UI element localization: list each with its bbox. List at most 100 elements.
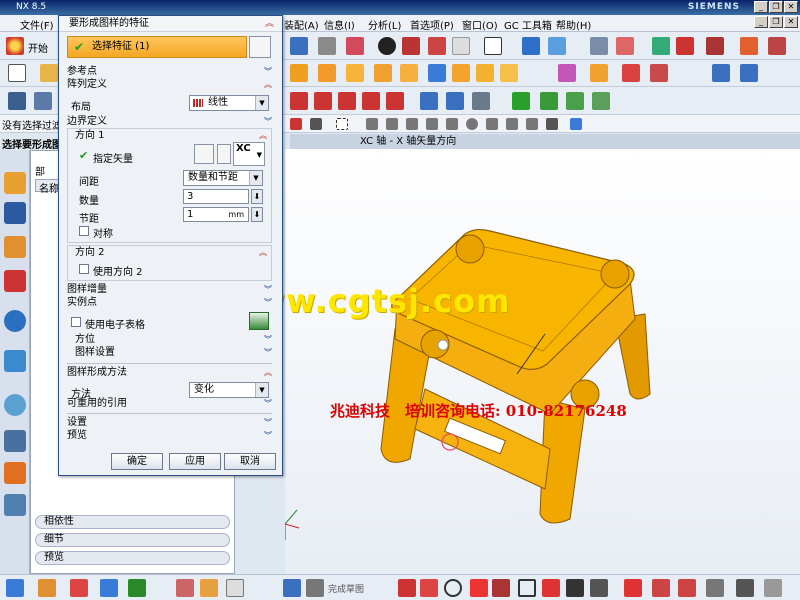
panel-details[interactable]: 细节 [35,533,230,547]
select-feature-button[interactable] [249,36,271,58]
snap-quadrant-icon[interactable] [466,118,478,130]
snap-center-icon[interactable] [446,118,458,130]
menu-analysis[interactable]: 分析(L) [368,17,401,32]
plane-icon[interactable] [100,579,118,597]
revolve-icon[interactable] [318,64,336,82]
close-button[interactable]: ✕ [784,1,798,13]
menu-file[interactable]: 文件(F) [20,17,54,32]
rectangle-icon[interactable] [518,579,536,597]
through-curves-icon[interactable] [740,64,758,82]
start-button[interactable]: 开始 [28,40,48,55]
extend-icon[interactable] [652,579,670,597]
web-browser-icon[interactable] [4,310,26,332]
graphics-window[interactable] [284,149,800,574]
csys-icon[interactable] [128,579,146,597]
spline-icon[interactable] [740,37,758,55]
method-select[interactable]: 变化 ▼ [189,382,269,398]
use-direction2-checkbox[interactable] [79,264,89,274]
snap-curve-icon[interactable] [526,118,538,130]
datum-icon[interactable] [38,579,56,597]
section-direction1[interactable]: 方向 1 ︽ [75,130,267,142]
replay-icon[interactable] [566,92,584,110]
reuse-library-icon[interactable] [4,270,26,292]
unite-icon[interactable] [290,37,308,55]
chamfer-icon[interactable] [400,64,418,82]
view-icon[interactable] [402,37,420,55]
menu-assembly[interactable]: 装配(A) [284,17,319,32]
minimize-button[interactable]: _ [754,1,768,13]
snap-onpoint-icon[interactable] [506,118,518,130]
scale-icon[interactable] [226,579,244,597]
menu-help[interactable]: 帮助(H) [556,17,591,32]
layer-settings-icon[interactable] [34,92,52,110]
ok-button[interactable]: 确定 [111,453,163,470]
circle-icon[interactable] [444,579,462,597]
reorder-icon[interactable] [338,92,356,110]
vector-type-select[interactable]: XC ▼ [233,142,265,166]
offset-icon[interactable] [590,64,608,82]
surface-icon[interactable] [768,37,786,55]
part-navigator-icon[interactable] [4,236,26,258]
trim-body-icon[interactable] [500,64,518,82]
menu-gc-toolbox[interactable]: GC 工具箱 [504,17,552,32]
part-nav-icon[interactable] [472,92,490,110]
menu-info[interactable]: 信息(I) [324,17,355,32]
update-icon[interactable] [540,92,558,110]
panel-preview[interactable]: 预览 [35,551,230,565]
doc-restore-button[interactable]: ❐ [769,16,783,28]
snap-body-icon[interactable] [570,118,582,130]
constraint-icon[interactable] [706,579,724,597]
section-reusable-references[interactable]: 可重用的引用 ︾ [67,398,272,410]
section-settings[interactable]: 设置 ︾ [67,417,272,429]
finish-sketch-icon[interactable] [306,579,324,597]
dialog-header[interactable]: 要形成图样的特征 ︽ [59,16,282,32]
expression-icon[interactable] [420,92,438,110]
section-reference-point[interactable]: 参考点 ︾ [67,66,272,78]
pitch-spin-icon[interactable]: ⬇ [251,207,263,222]
menu-preferences[interactable]: 首选项(P) [410,17,454,32]
layout-select[interactable]: 线性 ▼ [189,95,269,111]
sew-icon[interactable] [558,64,576,82]
snap-icon[interactable] [522,37,540,55]
restore-button[interactable]: ❐ [769,1,783,13]
check-icon[interactable] [512,92,530,110]
trim-icon[interactable] [624,579,642,597]
reverse-direction-button[interactable] [217,144,231,164]
point-icon[interactable] [70,579,88,597]
clock-icon[interactable] [4,394,26,416]
roles-icon[interactable] [4,494,26,516]
inferred-icon[interactable] [764,579,782,597]
apply-button[interactable]: 应用 [169,453,221,470]
cube-view-icon[interactable] [428,37,446,55]
polygon-icon[interactable] [542,579,560,597]
curve-icon[interactable] [706,37,724,55]
select-icon[interactable] [290,118,302,130]
plus-icon[interactable] [566,579,584,597]
spreadsheet-icon[interactable] [249,312,269,330]
timestamp-icon[interactable] [592,92,610,110]
corner-icon[interactable] [678,579,696,597]
section-instance-point[interactable]: 实例点 ︾ [67,297,272,309]
assembly-nav-icon[interactable] [4,172,26,194]
panel-dependencies[interactable]: 相依性 [35,515,230,529]
section-preview[interactable]: 预览 ︾ [67,430,272,442]
fillet-sketch-icon[interactable] [492,579,510,597]
count-spin-icon[interactable]: ⬇ [251,189,263,204]
offset-curve-icon[interactable] [590,579,608,597]
spacing-select[interactable]: 数量和节距 ▼ [183,170,263,186]
use-spreadsheet-checkbox[interactable] [71,317,81,327]
select-feature-row[interactable]: ✔ 选择特征 (1) [67,36,247,58]
blend-icon[interactable] [374,64,392,82]
unsuppress-icon[interactable] [386,92,404,110]
section-boundary-definition[interactable]: 边界定义 ︾ [67,116,272,128]
wireframe-icon[interactable] [452,37,470,55]
selection-icon[interactable] [8,92,26,110]
block-icon[interactable] [346,37,364,55]
draft-icon[interactable] [452,64,470,82]
replace-face-icon[interactable] [650,64,668,82]
spring-icon[interactable] [446,92,464,110]
measure-icon[interactable] [652,37,670,55]
delete-face-icon[interactable] [622,64,640,82]
cancel-button[interactable]: 取消 [224,453,276,470]
wcs-icon[interactable] [616,37,634,55]
